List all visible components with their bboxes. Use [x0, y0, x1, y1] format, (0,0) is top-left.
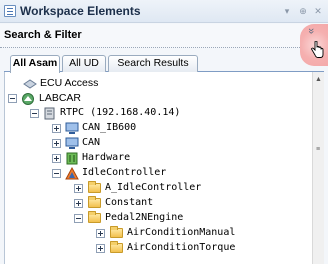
tree-row-a-idlecontroller[interactable]: A_IdleController [5, 181, 305, 196]
expand-chevron-icon: » [305, 27, 318, 35]
collapse-icon[interactable] [74, 214, 83, 223]
folder-icon [88, 211, 101, 223]
tree-label: ECU Access [40, 77, 99, 89]
folder-icon [110, 241, 123, 253]
tree-label: RTPC (192.168.40.14) [60, 107, 181, 118]
expand-icon[interactable] [74, 199, 83, 208]
tree-label: Pedal2NEngine [105, 212, 184, 223]
tree-label: Hardware [82, 152, 131, 163]
tree-row-can-ib600[interactable]: CAN_IB600 [5, 121, 305, 136]
tab-all-ud[interactable]: All UD [62, 55, 106, 72]
panel-title-bar: Workspace Elements ▾ ⊕ ✕ [0, 0, 328, 23]
folder-icon [88, 181, 101, 193]
folder-icon [88, 196, 101, 208]
labcar-icon [22, 93, 34, 105]
expand-icon[interactable] [52, 139, 61, 148]
ecu-access-icon [23, 79, 37, 89]
panel-title: Workspace Elements [20, 4, 141, 18]
tab-all-asam[interactable]: All Asam [10, 55, 60, 73]
tree-row-constant[interactable]: Constant [5, 196, 305, 211]
collapse-icon[interactable] [52, 169, 61, 178]
tree-label: A_IdleController [105, 182, 202, 193]
can-icon [65, 122, 79, 134]
tab-search-results[interactable]: Search Results [108, 55, 198, 72]
tree-label: Constant [105, 197, 154, 208]
tree-row-idlecontroller[interactable]: IdleController [5, 166, 305, 181]
tree-row-airconditionmanual[interactable]: AirConditionManual [5, 226, 305, 241]
pin-icon[interactable]: ⊕ [297, 5, 309, 17]
tree-label: CAN [82, 137, 101, 148]
controller-icon [65, 167, 79, 180]
scroll-grip-icon[interactable]: ≡ [316, 146, 320, 153]
expand-icon[interactable] [74, 184, 83, 193]
scroll-up-arrow-icon[interactable]: ▲ [315, 76, 322, 83]
tree-row-hardware[interactable]: Hardware [5, 151, 305, 166]
search-filter-bar[interactable]: Search & Filter [0, 24, 328, 48]
expand-icon[interactable] [96, 244, 105, 253]
folder-icon [110, 226, 123, 238]
collapse-icon[interactable] [30, 109, 39, 118]
expand-icon[interactable] [52, 154, 61, 163]
expand-icon[interactable] [96, 229, 105, 238]
rtpc-icon [44, 107, 55, 120]
collapse-icon[interactable] [8, 94, 17, 103]
workspace-elements-panel: Workspace Elements ▾ ⊕ ✕ Search & Filter… [0, 0, 328, 264]
tree-row-pedal2nengine[interactable]: Pedal2NEngine [5, 211, 305, 226]
close-icon[interactable]: ✕ [312, 5, 324, 17]
element-tree[interactable]: ECU Access LABCAR RTPC (192.168.40.14) C… [4, 72, 312, 264]
tree-label: CAN_IB600 [82, 122, 137, 133]
tree-row-rtpc[interactable]: RTPC (192.168.40.14) [5, 106, 305, 121]
tree-row-airconditiontorque[interactable]: AirConditionTorque [5, 241, 305, 256]
tree-label: AirConditionTorque [127, 242, 236, 253]
tree-row-ecu-access[interactable]: ECU Access [5, 76, 305, 91]
tree-scrollbar[interactable]: ▲ ≡ [312, 72, 324, 264]
tree-label: IdleController [82, 167, 167, 178]
hardware-icon [66, 152, 78, 165]
expand-icon[interactable] [52, 124, 61, 133]
tree-label: AirConditionManual [127, 227, 236, 238]
tab-strip: All Asam All UD Search Results [4, 55, 324, 73]
tree-row-labcar[interactable]: LABCAR [5, 91, 305, 106]
view-menu-icon[interactable]: ▾ [281, 5, 293, 17]
workspace-icon [4, 5, 16, 17]
tree-label: LABCAR [39, 92, 82, 104]
search-filter-label: Search & Filter [4, 29, 82, 41]
tree-row-can[interactable]: CAN [5, 136, 305, 151]
can-icon [65, 137, 79, 149]
